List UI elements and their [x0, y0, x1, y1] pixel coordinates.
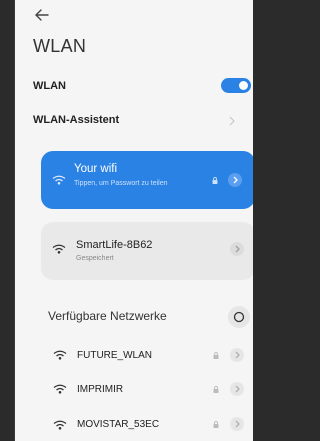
network-details-button[interactable]	[230, 348, 244, 362]
network-name: MOVISTAR_53EC	[77, 419, 160, 430]
connected-network-card[interactable]: Your wifi Tippen, um Passwort zu teilen	[41, 151, 253, 209]
saved-network-card[interactable]: SmartLife-8B62 Gespeichert	[41, 222, 253, 280]
wifi-icon	[53, 350, 67, 360]
wifi-icon	[52, 175, 66, 185]
wifi-icon	[53, 384, 67, 394]
network-details-button[interactable]	[230, 382, 244, 396]
wlan-toggle-label: WLAN	[33, 80, 66, 92]
back-arrow-icon[interactable]	[33, 6, 51, 24]
chevron-right-icon	[235, 420, 240, 428]
connected-network-subtitle: Tippen, um Passwort zu teilen	[74, 180, 168, 187]
lock-icon	[213, 421, 219, 428]
refresh-button[interactable]	[228, 306, 250, 328]
network-details-button[interactable]	[228, 173, 242, 187]
connected-network-name: Your wifi	[74, 163, 118, 175]
network-details-button[interactable]	[230, 417, 244, 431]
wifi-icon	[52, 244, 66, 254]
lock-icon	[213, 386, 219, 393]
lock-icon	[212, 177, 218, 184]
wlan-assistant-label[interactable]: WLAN-Assistent	[33, 114, 119, 126]
toggle-knob	[239, 81, 248, 90]
saved-network-status: Gespeichert	[76, 255, 114, 262]
chevron-right-icon	[233, 176, 238, 184]
chevron-right-icon[interactable]	[227, 116, 237, 126]
chevron-right-icon	[235, 385, 240, 393]
wifi-icon	[53, 420, 67, 430]
chevron-right-icon	[235, 351, 240, 359]
wlan-toggle[interactable]	[221, 78, 251, 93]
network-name: FUTURE_WLAN	[77, 350, 153, 361]
page-title: WLAN	[33, 36, 87, 56]
network-name: IMPRIMIR	[77, 384, 124, 395]
available-networks-title: Verfügbare Netzwerke	[48, 309, 167, 323]
chevron-right-icon	[235, 245, 240, 253]
wlan-settings-screen: WLAN WLAN WLAN-Assistent Your wifi Tippe…	[14, 0, 253, 441]
saved-network-name: SmartLife-8B62	[76, 239, 153, 251]
network-details-button[interactable]	[230, 242, 244, 256]
refresh-icon	[233, 311, 245, 323]
lock-icon	[213, 352, 219, 359]
